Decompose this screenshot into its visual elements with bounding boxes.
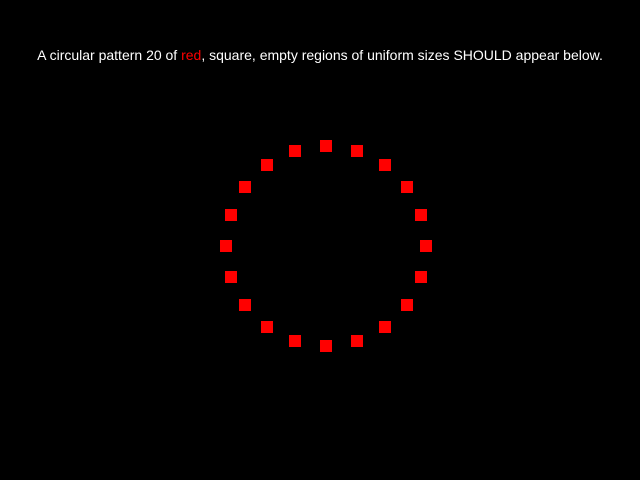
test-page: A circular pattern 20 of red, square, em… [0,0,640,480]
red-square [289,144,302,157]
red-square [289,335,302,348]
red-square [239,181,252,194]
red-square [261,159,274,172]
red-square [224,209,237,222]
red-square [320,140,332,152]
red-square [400,181,413,194]
red-square [320,340,332,352]
red-square [415,209,428,222]
red-square [224,270,237,283]
red-square [261,320,274,333]
red-square [350,144,363,157]
red-square [378,159,391,172]
red-square [220,240,232,252]
red-square [350,335,363,348]
red-square [400,298,413,311]
red-square [420,240,432,252]
red-square [415,270,428,283]
red-square [378,320,391,333]
circular-square-pattern [0,0,640,480]
red-square [239,298,252,311]
